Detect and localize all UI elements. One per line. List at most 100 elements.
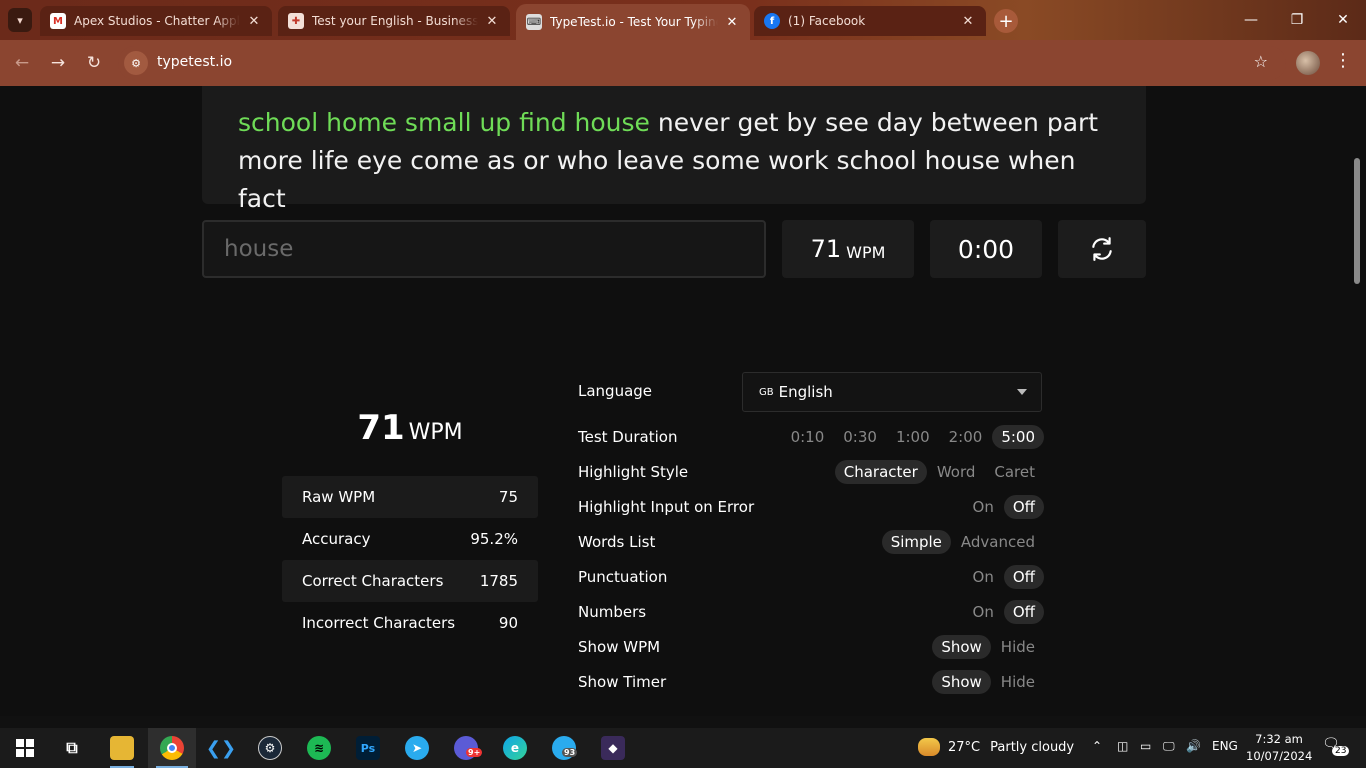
- chevron-down-icon: [1017, 389, 1027, 395]
- tab-search-button[interactable]: ▾: [8, 8, 32, 32]
- option-group: On Off: [963, 495, 1044, 519]
- option-group: 0:10 0:30 1:00 2:00 5:00: [781, 425, 1044, 449]
- setting-show-wpm: Show WPM Show Hide: [578, 634, 1044, 660]
- cambridge-icon: ✚: [288, 13, 304, 29]
- option-hide[interactable]: Hide: [992, 670, 1044, 694]
- arrow-right-icon: →: [50, 53, 66, 73]
- restore-button[interactable]: ❐: [1274, 0, 1320, 40]
- setting-words-list: Words List Simple Advanced: [578, 529, 1044, 555]
- tab-test-english[interactable]: ✚ Test your English - Business Eng ✕: [278, 6, 510, 36]
- chrome-icon[interactable]: [160, 736, 184, 760]
- option-on[interactable]: On: [964, 565, 1003, 589]
- close-window-button[interactable]: ✕: [1320, 0, 1366, 40]
- restart-button[interactable]: [1058, 220, 1146, 278]
- telegram-icon[interactable]: ➤: [405, 736, 429, 760]
- url-text: typetest.io: [157, 54, 233, 70]
- option-word[interactable]: Word: [928, 460, 985, 484]
- setting-label: Punctuation: [578, 568, 668, 586]
- close-icon[interactable]: ✕: [484, 14, 500, 29]
- system-clock[interactable]: 7:32 am 10/07/2024: [1246, 731, 1312, 765]
- option-advanced[interactable]: Advanced: [952, 530, 1044, 554]
- weather-desc: Partly cloudy: [990, 739, 1075, 755]
- vscode-icon[interactable]: ❮❯: [206, 736, 236, 760]
- close-icon[interactable]: ✕: [724, 15, 740, 30]
- stat-label: Incorrect Characters: [302, 614, 456, 632]
- stat-value: 90: [498, 614, 518, 632]
- option-character[interactable]: Character: [834, 460, 927, 484]
- minimize-button[interactable]: —: [1228, 0, 1274, 40]
- scrollbar-thumb[interactable]: [1354, 158, 1360, 284]
- plus-icon: +: [998, 10, 1014, 32]
- stat-label: Correct Characters: [302, 572, 444, 590]
- option-off[interactable]: Off: [1003, 495, 1044, 519]
- option-show[interactable]: Show: [932, 635, 991, 659]
- telegram-icon[interactable]: 93: [552, 736, 578, 760]
- forward-button[interactable]: →: [44, 49, 72, 77]
- option-caret[interactable]: Caret: [985, 460, 1044, 484]
- close-icon[interactable]: ✕: [246, 14, 262, 29]
- file-explorer-icon[interactable]: [110, 736, 134, 760]
- stat-value: 1785: [479, 572, 518, 590]
- network-icon[interactable]: 🖵: [1163, 739, 1175, 754]
- battery-icon[interactable]: ▭: [1140, 739, 1151, 753]
- clock-time: 7:32 am: [1255, 732, 1303, 746]
- typetest-page: school home small up find house never ge…: [0, 86, 1366, 716]
- weather-widget[interactable]: 27°C Partly cloudy: [918, 738, 1074, 756]
- stat-value: 95.2%: [470, 530, 518, 548]
- windows-start-icon[interactable]: [13, 736, 37, 760]
- option-0-30[interactable]: 0:30: [834, 425, 886, 449]
- language-indicator[interactable]: ENG: [1212, 739, 1238, 753]
- address-bar[interactable]: ⚙ typetest.io ☆: [118, 46, 1286, 80]
- facebook-icon: f: [764, 13, 780, 29]
- tab-apex-studios[interactable]: M Apex Studios - Chatter Applic ✕: [40, 6, 272, 36]
- volume-icon[interactable]: 🔊: [1186, 739, 1201, 753]
- reload-icon: ↻: [86, 53, 102, 73]
- stat-row-correct-characters: Correct Characters 1785: [282, 560, 538, 602]
- live-wpm-display: 71 WPM: [782, 220, 914, 278]
- option-hide[interactable]: Hide: [992, 635, 1044, 659]
- bookmark-star-icon[interactable]: ☆: [1254, 52, 1268, 71]
- text-line-1: school home small up find house never ge…: [238, 104, 1110, 142]
- setting-numbers: Numbers On Off: [578, 599, 1044, 625]
- setting-highlight-input-on-error: Highlight Input on Error On Off: [578, 494, 1044, 520]
- option-off[interactable]: Off: [1003, 600, 1044, 624]
- steam-icon[interactable]: ⚙: [258, 736, 282, 760]
- option-on[interactable]: On: [964, 495, 1003, 519]
- chevron-up-icon[interactable]: ⌃: [1092, 739, 1102, 753]
- result-wpm-unit: WPM: [408, 420, 463, 445]
- game-app-icon[interactable]: ◆: [601, 736, 625, 760]
- tab-typetest[interactable]: ⌨ TypeTest.io - Test Your Typing Sp ✕: [516, 4, 750, 40]
- edge-icon[interactable]: e: [503, 736, 527, 760]
- spotify-icon[interactable]: ≋: [307, 736, 331, 760]
- new-tab-button[interactable]: +: [994, 9, 1018, 33]
- site-settings-icon[interactable]: ⚙: [124, 51, 148, 75]
- close-icon[interactable]: ✕: [960, 14, 976, 29]
- task-view-icon[interactable]: ⧉: [60, 736, 84, 760]
- option-1-00[interactable]: 1:00: [887, 425, 939, 449]
- option-group: Simple Advanced: [881, 530, 1044, 554]
- weather-temp: 27°C: [948, 739, 981, 755]
- notification-center-icon[interactable]: 🗨 23: [1322, 736, 1350, 756]
- option-0-10[interactable]: 0:10: [782, 425, 834, 449]
- typing-input[interactable]: house: [202, 220, 766, 278]
- option-on[interactable]: On: [964, 600, 1003, 624]
- stat-label: Raw WPM: [302, 488, 376, 506]
- tab-label: TypeTest.io - Test Your Typing Sp: [550, 15, 718, 29]
- results-table: Raw WPM 75 Accuracy 95.2% Correct Charac…: [282, 476, 538, 644]
- menu-dots-icon[interactable]: ⋮: [1334, 50, 1352, 71]
- reload-button[interactable]: ↻: [80, 49, 108, 77]
- notification-count: 23: [1332, 746, 1350, 756]
- meet-now-icon[interactable]: ◫: [1117, 739, 1128, 753]
- close-icon: ✕: [1337, 12, 1349, 28]
- tab-facebook[interactable]: f (1) Facebook ✕: [754, 6, 986, 36]
- back-button[interactable]: ←: [8, 49, 36, 77]
- profile-avatar[interactable]: [1296, 51, 1320, 75]
- language-select[interactable]: GB English: [742, 372, 1042, 412]
- option-show[interactable]: Show: [932, 670, 991, 694]
- option-2-00[interactable]: 2:00: [940, 425, 992, 449]
- option-5-00[interactable]: 5:00: [992, 425, 1044, 449]
- option-off[interactable]: Off: [1003, 565, 1044, 589]
- option-simple[interactable]: Simple: [881, 530, 951, 554]
- photoshop-icon[interactable]: Ps: [356, 736, 380, 760]
- app-icon[interactable]: 9+: [454, 736, 483, 760]
